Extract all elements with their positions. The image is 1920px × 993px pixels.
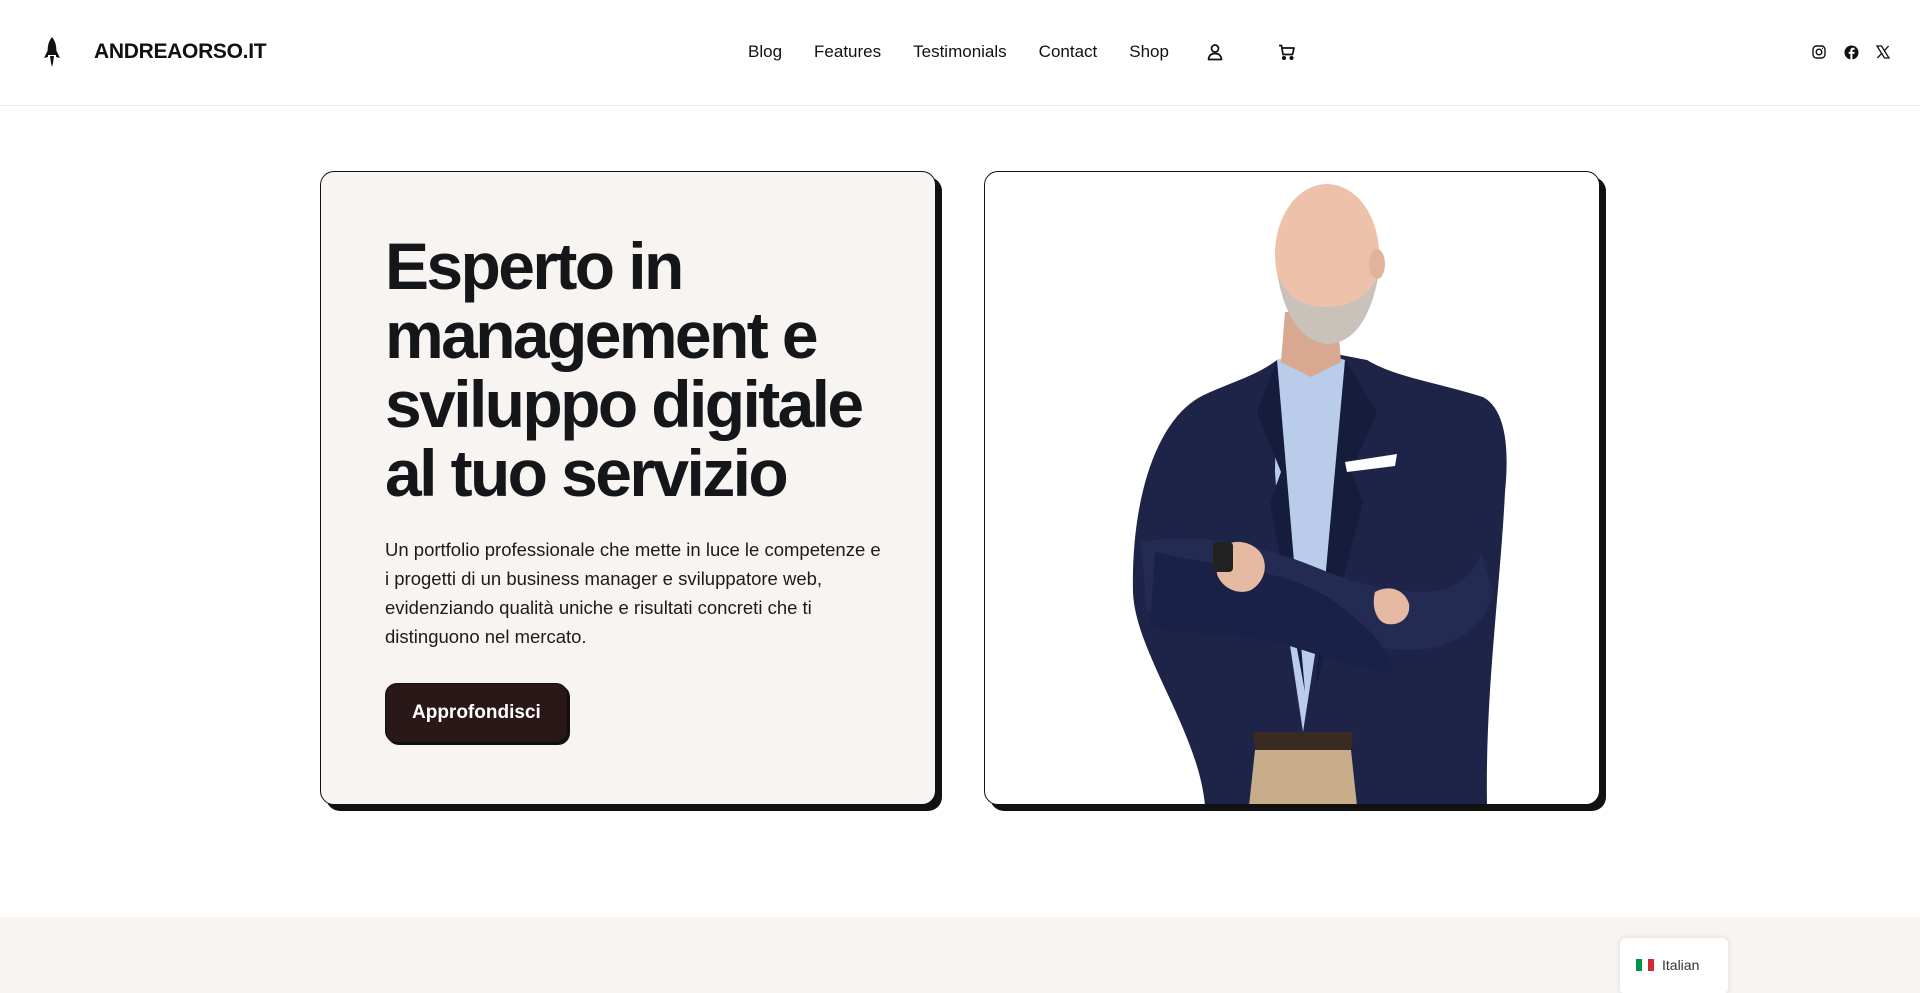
hero-description: Un portfolio professionale che mette in …: [385, 539, 881, 647]
hero-image-card: [984, 171, 1600, 805]
cart-icon[interactable]: [1275, 40, 1299, 64]
nav-item-shop[interactable]: Shop: [1129, 40, 1169, 64]
nav-item-features[interactable]: Features: [814, 40, 881, 64]
site-header: ANDREAORSO.IT Blog Features Testimonials…: [0, 0, 1920, 106]
hero-title-line: management e: [385, 298, 819, 372]
hero-text-card: Esperto in management e sviluppo digital…: [320, 171, 936, 805]
hero-title-line: sviluppo digitale: [385, 367, 864, 441]
instagram-icon[interactable]: [1810, 43, 1828, 61]
brand[interactable]: ANDREAORSO.IT: [40, 36, 267, 68]
language-switcher[interactable]: Italian: [1620, 938, 1728, 993]
approfondisci-button[interactable]: Approfondisci: [385, 683, 568, 743]
rocket-logo-icon: [44, 37, 60, 67]
hero-title-line: Esperto in: [385, 229, 684, 303]
x-icon[interactable]: [1874, 43, 1892, 61]
hero-title-line: al tuo servizio: [385, 436, 789, 510]
main-nav: Blog Features Testimonials Contact Shop: [748, 40, 1169, 64]
nav-icons: [1203, 40, 1299, 64]
portrait-photo: [1132, 184, 1507, 804]
hero-title: Esperto in management e sviluppo digital…: [385, 232, 905, 508]
user-icon[interactable]: [1203, 40, 1227, 64]
language-label: Italian: [1662, 957, 1700, 973]
social-links: [1796, 43, 1892, 61]
facebook-icon[interactable]: [1842, 43, 1860, 61]
nav-item-contact[interactable]: Contact: [1039, 40, 1098, 64]
nav-item-blog[interactable]: Blog: [748, 40, 782, 64]
italy-flag-icon: [1636, 959, 1654, 971]
nav-item-testimonials[interactable]: Testimonials: [913, 40, 1007, 64]
brand-name[interactable]: ANDREAORSO.IT: [94, 40, 267, 64]
